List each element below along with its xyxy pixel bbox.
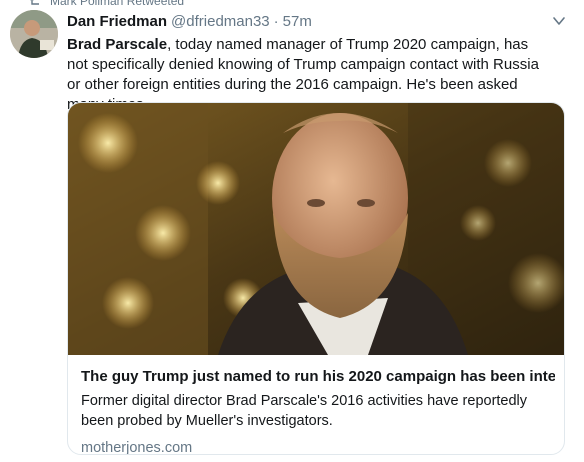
- card-image: [68, 103, 564, 355]
- author-name[interactable]: Dan Friedman: [67, 13, 167, 30]
- link-preview-card[interactable]: The guy Trump just named to run his 2020…: [67, 102, 565, 455]
- author-handle[interactable]: @dfriedman33: [171, 13, 270, 30]
- retweet-label: Mark Pollman Retweeted: [50, 0, 185, 8]
- card-title[interactable]: The guy Trump just named to run his 2020…: [81, 367, 555, 387]
- tweet-timestamp[interactable]: 57m: [283, 13, 312, 30]
- author-avatar[interactable]: [10, 10, 58, 58]
- chevron-down-icon[interactable]: [552, 14, 566, 28]
- retweet-icon: [30, 0, 39, 5]
- card-description: Former digital director Brad Parscale's …: [81, 393, 528, 429]
- separator-dot: ·: [273, 13, 279, 30]
- tweet-text-mention[interactable]: Brad Parscale: [67, 36, 167, 53]
- card-body: The guy Trump just named to run his 2020…: [81, 367, 555, 454]
- retweet-indicator: Mark Pollman Retweeted: [30, 0, 184, 8]
- tweet-header: Dan Friedman @dfriedman33 · 57m: [67, 13, 554, 30]
- card-domain[interactable]: motherjones.com: [81, 440, 555, 454]
